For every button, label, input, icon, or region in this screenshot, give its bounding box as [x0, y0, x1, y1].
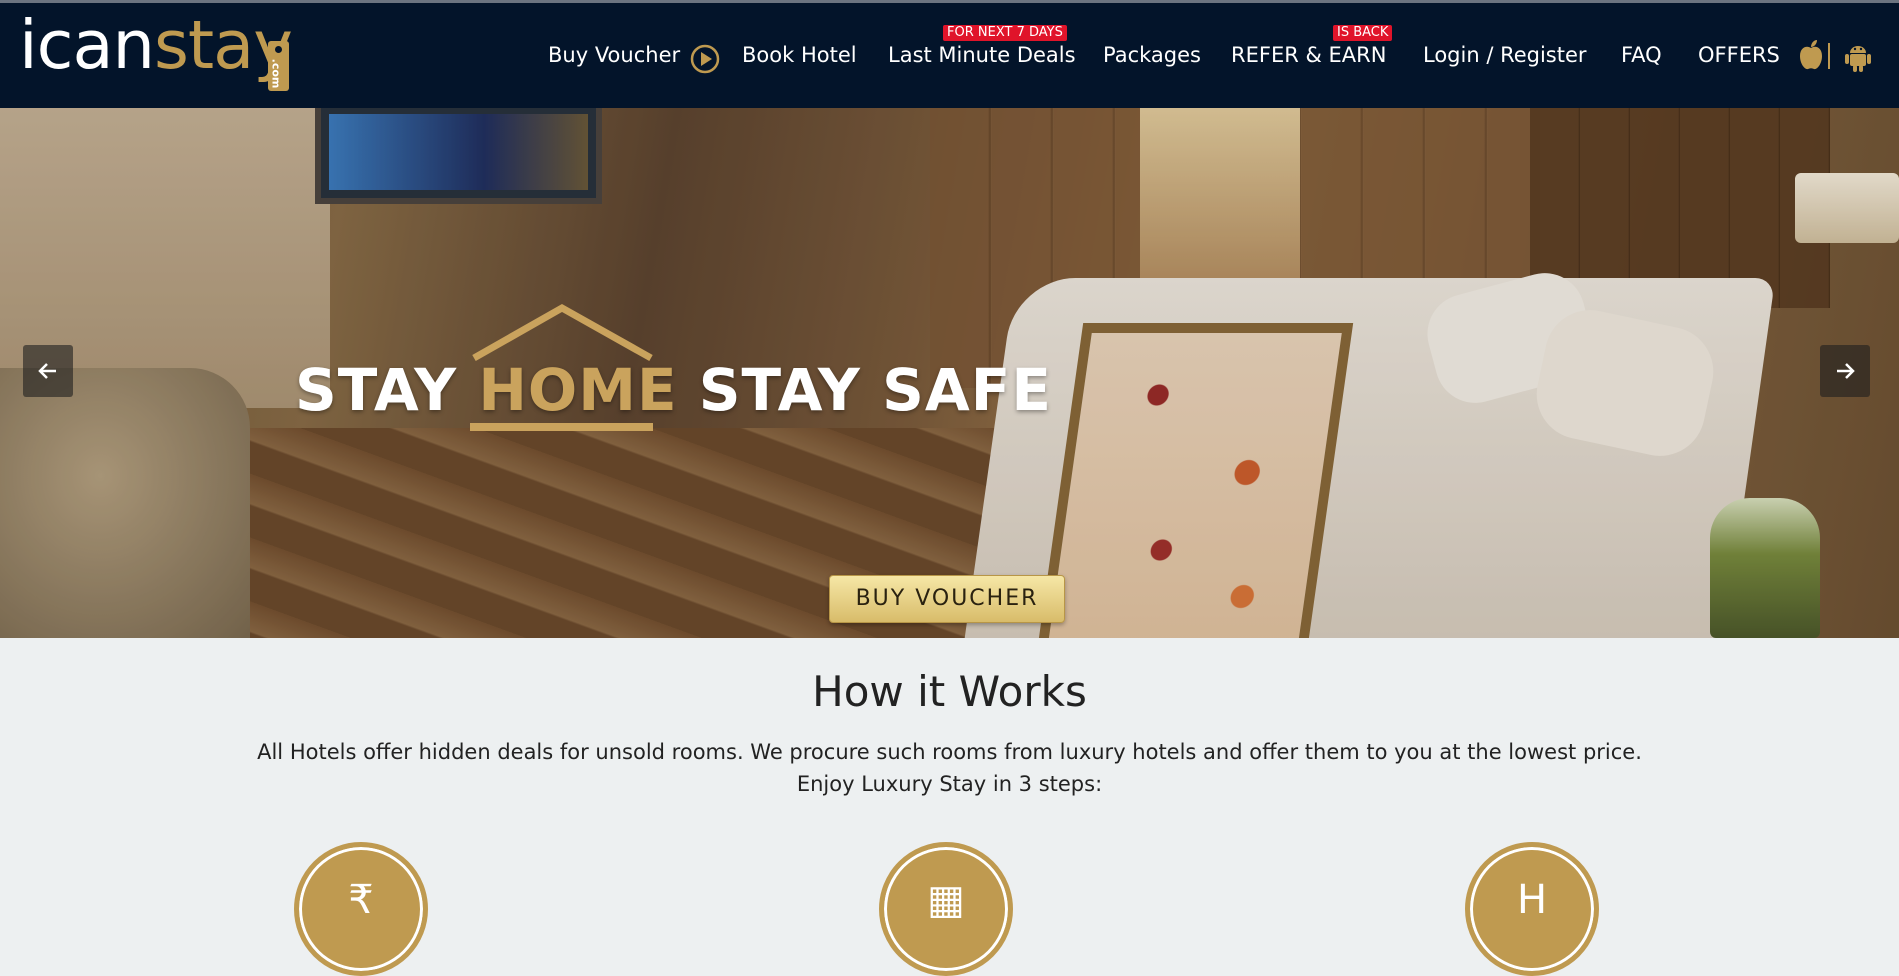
buy-voucher-button[interactable]: BUY VOUCHER	[829, 575, 1065, 623]
nav-packages[interactable]: Packages	[1103, 43, 1201, 67]
arrow-right-icon	[1837, 363, 1855, 379]
carousel-next-button[interactable]	[1820, 345, 1870, 397]
calendar-icon: ▦	[879, 842, 1013, 976]
how-desc-line1: All Hotels offer hidden deals for unsold…	[257, 740, 1642, 764]
slogan-highlight: HOME	[478, 356, 678, 424]
nav-refer-earn[interactable]: REFER & EARN	[1231, 43, 1386, 67]
nav-offers[interactable]: OFFERS	[1698, 43, 1780, 67]
step1-glyph: ₹	[348, 877, 374, 923]
step2-glyph: ▦	[927, 877, 965, 923]
apple-icon[interactable]	[1798, 39, 1824, 71]
slogan-part2: STAY SAFE	[677, 356, 1053, 424]
arrow-left-icon	[38, 363, 56, 379]
nav-login-register[interactable]: Login / Register	[1423, 43, 1587, 67]
nav-book-hotel[interactable]: Book Hotel	[742, 43, 857, 67]
app-icons-separator	[1828, 43, 1830, 69]
logo-tag-text: .com	[269, 58, 283, 89]
carousel-prev-button[interactable]	[23, 345, 73, 397]
nav-last-minute-deals[interactable]: Last Minute Deals	[888, 43, 1076, 67]
how-desc-line2: Enjoy Luxury Stay in 3 steps:	[796, 772, 1103, 796]
hero-slogan: STAY HOME STAY SAFE	[295, 356, 1052, 424]
rupee-voucher-icon: ₹	[294, 842, 428, 976]
logo-text-ican: ican	[19, 6, 155, 84]
refer-badge: IS BACK	[1333, 25, 1393, 41]
slogan-part1: STAY	[295, 356, 479, 424]
step3-glyph: H	[1516, 877, 1548, 923]
house-roof-icon	[472, 303, 653, 362]
logo-tag-icon: .com	[268, 41, 289, 91]
hotel-building-icon: H	[1465, 842, 1599, 976]
deals-badge: FOR NEXT 7 DAYS	[943, 25, 1067, 41]
nav-faq[interactable]: FAQ	[1621, 43, 1662, 67]
play-circle-icon[interactable]	[690, 44, 720, 74]
how-it-works-description: All Hotels offer hidden deals for unsold…	[0, 736, 1899, 800]
android-icon[interactable]	[1845, 41, 1871, 73]
nav-buy-voucher[interactable]: Buy Voucher	[548, 43, 680, 67]
how-it-works-title: How it Works	[812, 667, 1087, 716]
icanstay-logo[interactable]: icanstay .com	[19, 6, 294, 93]
top-navigation-bar: icanstay .com Buy Voucher Book Hotel FOR…	[0, 0, 1899, 108]
slogan-underline	[470, 423, 653, 431]
